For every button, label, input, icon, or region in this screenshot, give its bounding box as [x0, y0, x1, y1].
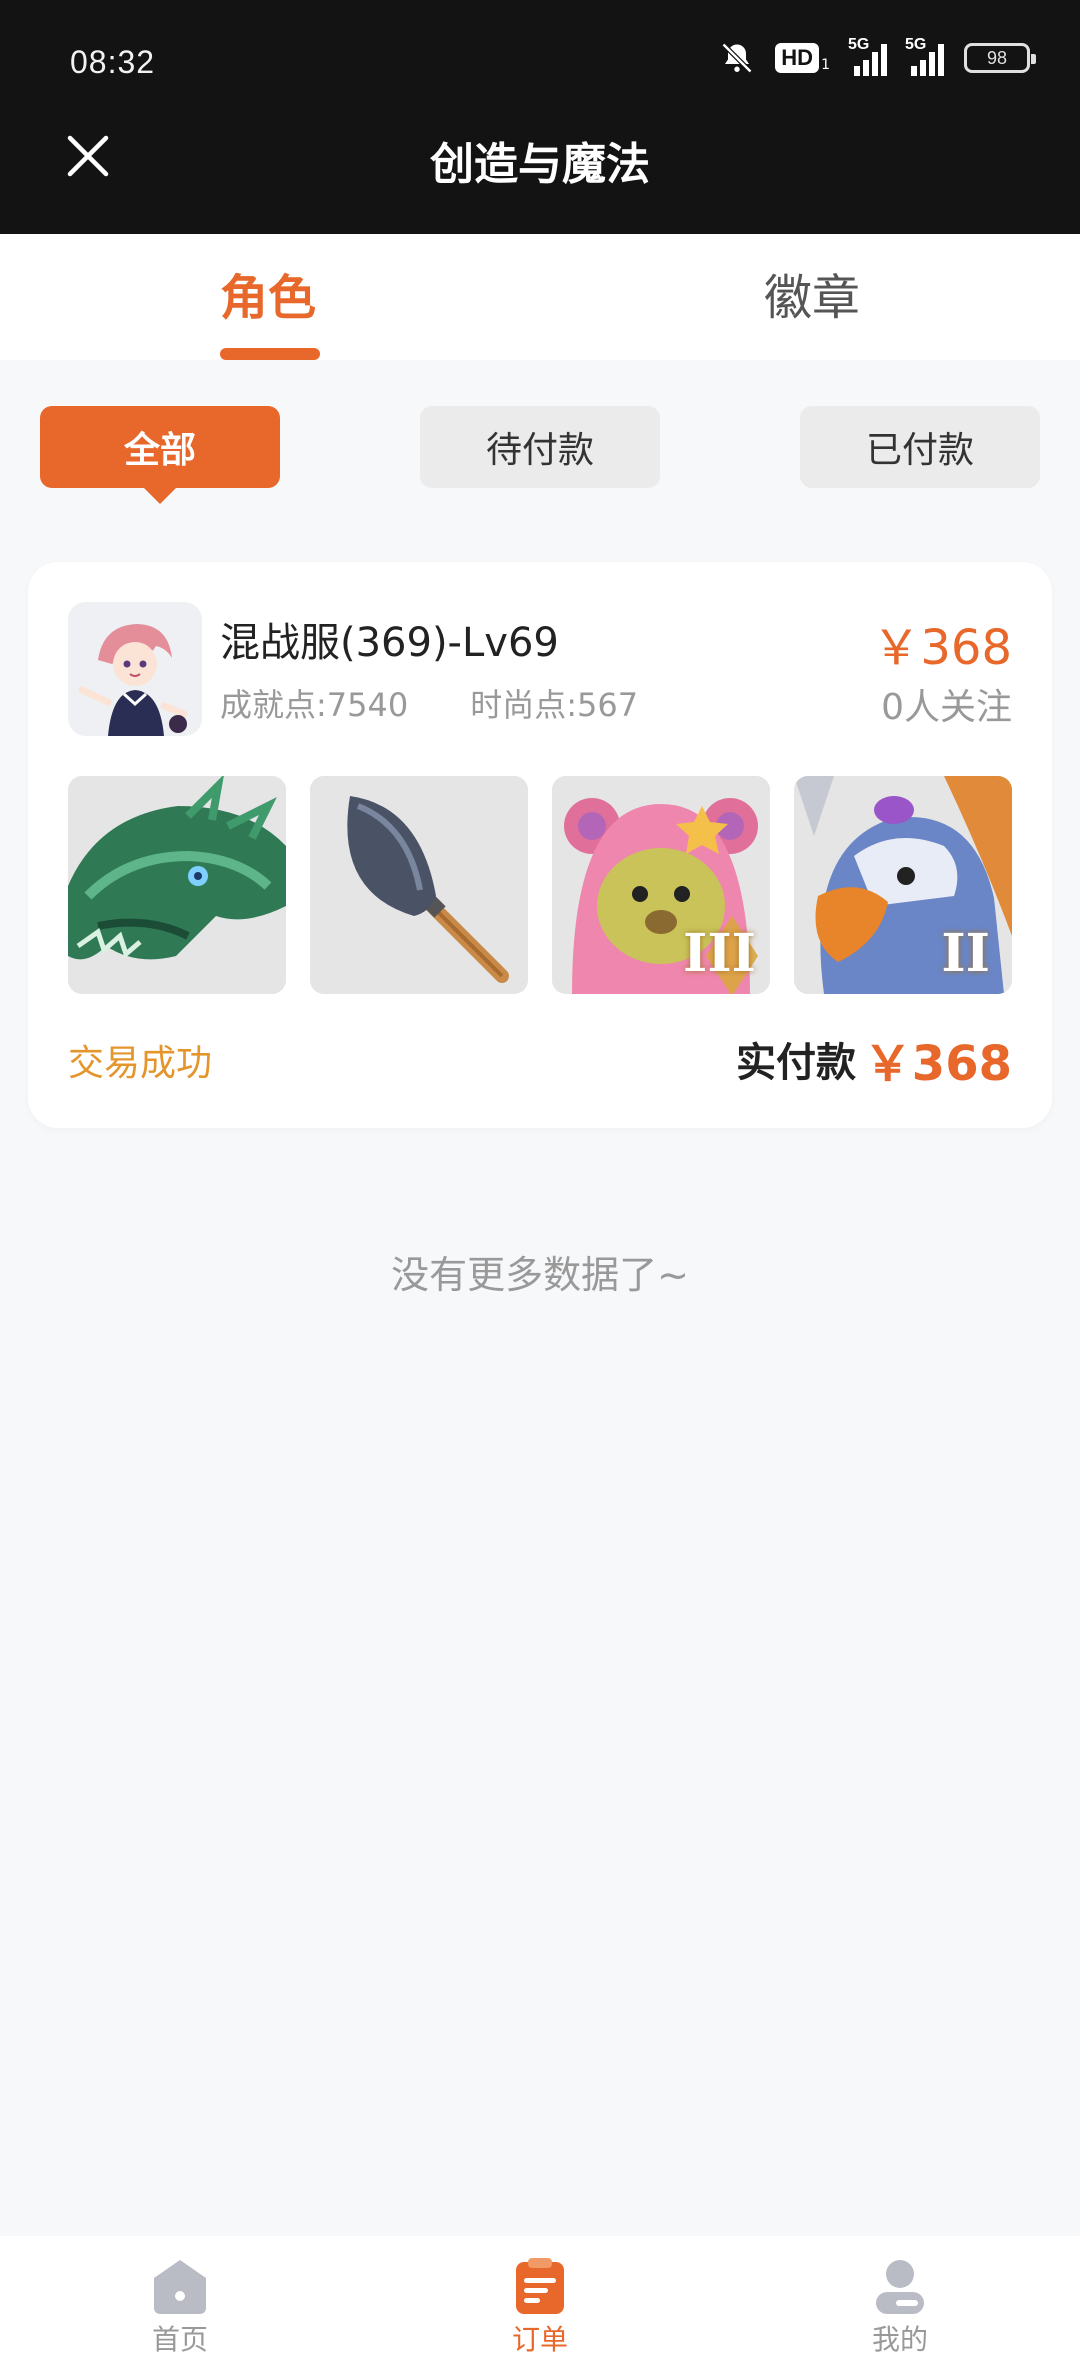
tab-bar: 角色 徽章: [0, 234, 1080, 360]
signal-icon: 5G: [905, 36, 944, 76]
filter-pending-button[interactable]: 待付款: [420, 406, 660, 488]
item-tier-label: II: [941, 923, 990, 984]
character-stats: 成就点:7540 时尚点:567: [220, 680, 638, 726]
character-name: 混战服(369)-Lv69: [220, 620, 559, 666]
bell-off-icon: [719, 40, 755, 76]
bottom-nav: 首页 订单 我的: [0, 2236, 1080, 2376]
battery-icon: 98: [964, 43, 1036, 73]
signal-icon: 5G: [848, 36, 887, 76]
tab-badge[interactable]: 徽章: [764, 258, 860, 328]
eagle-mount-icon[interactable]: II: [794, 776, 1012, 994]
achievement-points: 成就点:7540: [220, 686, 409, 724]
status-icons: HD 1 5G 5G 98: [719, 36, 1036, 76]
nav-home[interactable]: 首页: [120, 2256, 240, 2358]
item-tier-label: III: [683, 923, 756, 984]
character-avatar: [68, 602, 202, 736]
fashion-points: 时尚点:567: [470, 686, 639, 724]
trade-status: 交易成功: [68, 1043, 213, 1084]
follower-count: 0人关注: [881, 687, 1012, 728]
paid-label: 实付款: [736, 1040, 856, 1086]
filter-paid-button[interactable]: 已付款: [800, 406, 1040, 488]
filter-all-button[interactable]: 全部: [40, 406, 280, 504]
shovel-icon[interactable]: [310, 776, 528, 994]
home-icon: [154, 2260, 206, 2314]
no-more-data-text: 没有更多数据了~: [391, 1253, 689, 1297]
page-title: 创造与魔法: [430, 139, 650, 190]
green-dragon-mount-icon[interactable]: [68, 776, 286, 994]
item-thumbnails: III II: [68, 776, 1012, 994]
top-bar: 08:32 HD 1 5G 5G 98 创造与魔法: [0, 0, 1080, 234]
tab-role[interactable]: 角色: [220, 258, 316, 328]
pink-bear-pet-icon[interactable]: III: [552, 776, 770, 994]
status-time: 08:32: [70, 44, 156, 80]
tab-active-indicator: [220, 348, 320, 360]
profile-icon: [876, 2260, 924, 2314]
listing-price: ￥368: [872, 620, 1012, 676]
order-icon: [516, 2258, 564, 2314]
nav-order[interactable]: 订单: [480, 2256, 600, 2358]
order-card[interactable]: 混战服(369)-Lv69 成就点:7540 时尚点:567 ￥368 0人关注: [28, 562, 1052, 1128]
nav-mine[interactable]: 我的: [840, 2256, 960, 2358]
paid-amount: ￥368: [863, 1036, 1012, 1092]
hd-icon: HD 1: [775, 43, 830, 73]
